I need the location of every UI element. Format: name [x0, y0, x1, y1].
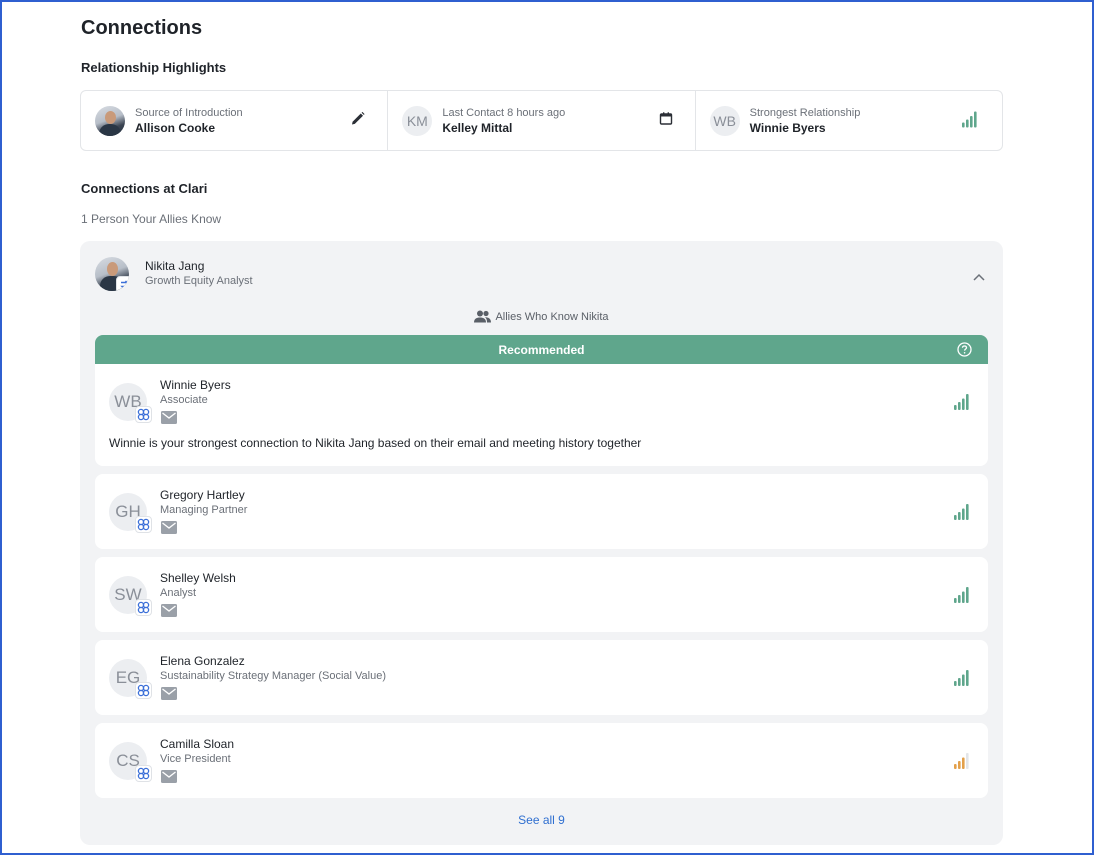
signal-bars-icon: [954, 668, 972, 691]
mail-icon[interactable]: [161, 770, 177, 788]
ally-role: Sustainability Strategy Manager (Social …: [160, 670, 387, 682]
ally-card[interactable]: SW Shelley Welsh Analyst: [95, 557, 988, 632]
avatar: WB: [709, 105, 740, 136]
app-badge-icon: [135, 765, 152, 782]
ally-role: Vice President: [160, 753, 231, 765]
allies-label-text: Allies Who Know Nikita: [495, 310, 609, 323]
mail-icon[interactable]: [161, 521, 177, 539]
ally-name: Winnie Byers: [160, 378, 231, 392]
app-badge-icon: [116, 276, 129, 291]
signal-bars-icon: [954, 502, 972, 525]
hl-value: Winnie Byers: [749, 120, 826, 135]
relationship-highlights-title: Relationship Highlights: [81, 60, 227, 75]
connection-panel: Nikita Jang Growth Equity Analyst Allies…: [80, 241, 1003, 845]
ally-avatar: CS: [109, 742, 152, 782]
ally-name: Elena Gonzalez: [160, 654, 245, 668]
ally-role: Analyst: [160, 587, 197, 599]
calendar-icon[interactable]: [659, 111, 673, 130]
pencil-icon[interactable]: [351, 111, 365, 130]
last-contact: KM Last Contact 8 hours ago Kelley Mitta…: [388, 91, 696, 150]
connections-at-company-title: Connections at Clari: [81, 181, 208, 196]
chevron-up-icon[interactable]: [973, 268, 985, 286]
recommended-label: Recommended: [498, 342, 585, 357]
hl-value: Kelley Mittal: [442, 120, 513, 135]
ally-avatar: GH: [109, 493, 152, 533]
mail-icon[interactable]: [161, 411, 177, 429]
relationship-highlights: Source of Introduction Allison Cooke KM …: [80, 90, 1003, 151]
hl-label: Last Contact 8 hours ago: [442, 106, 566, 119]
recommendation-note: Winnie is your strongest connection to N…: [109, 436, 642, 450]
ally-name: Gregory Hartley: [160, 488, 245, 502]
hl-label: Strongest Relationship: [749, 106, 861, 119]
allies-who-know-label: Allies Who Know Nikita: [80, 310, 1003, 323]
ally-card[interactable]: WB Winnie Byers Associate Winnie is your…: [95, 364, 988, 466]
ally-avatar: SW: [109, 576, 152, 616]
help-icon[interactable]: [957, 342, 972, 360]
ally-name: Camilla Sloan: [160, 737, 235, 751]
app-badge-icon: [135, 599, 152, 616]
mail-icon[interactable]: [161, 687, 177, 705]
ally-card[interactable]: EG Elena Gonzalez Sustainability Strateg…: [95, 640, 988, 715]
signal-bars-icon: [954, 751, 972, 774]
strongest-relationship: WB Strongest Relationship Winnie Byers: [696, 91, 1002, 150]
ally-avatar: WB: [109, 383, 152, 423]
ally-name: Shelley Welsh: [160, 571, 236, 585]
hl-value: Allison Cooke: [135, 120, 216, 135]
ally-card[interactable]: GH Gregory Hartley Managing Partner: [95, 474, 988, 549]
allies-count: 1 Person Your Allies Know: [81, 212, 222, 226]
signal-bars-icon: [954, 392, 972, 415]
app-badge-icon: [135, 516, 152, 533]
ally-role: Associate: [160, 394, 208, 406]
ally-avatar: EG: [109, 659, 152, 699]
app-badge-icon: [135, 682, 152, 699]
signal-bars-icon: [954, 585, 972, 608]
ally-card[interactable]: CS Camilla Sloan Vice President: [95, 723, 988, 798]
see-all-link[interactable]: See all 9: [80, 813, 1003, 827]
recommended-header: Recommended: [95, 335, 988, 364]
target-name: Nikita Jang: [145, 259, 205, 273]
mail-icon[interactable]: [161, 604, 177, 622]
target-person[interactable]: Nikita Jang Growth Equity Analyst: [95, 257, 253, 291]
source-of-introduction: Source of Introduction Allison Cooke: [81, 91, 389, 150]
ally-role: Managing Partner: [160, 504, 248, 516]
app-badge-icon: [135, 406, 152, 423]
avatar: KM: [402, 105, 433, 136]
people-icon: [474, 310, 492, 323]
target-role: Growth Equity Analyst: [145, 275, 253, 287]
avatar: [95, 105, 125, 136]
hl-label: Source of Introduction: [135, 106, 243, 119]
avatar: [95, 257, 129, 291]
signal-bars-icon: [961, 109, 980, 132]
page-title: Connections: [81, 17, 203, 39]
